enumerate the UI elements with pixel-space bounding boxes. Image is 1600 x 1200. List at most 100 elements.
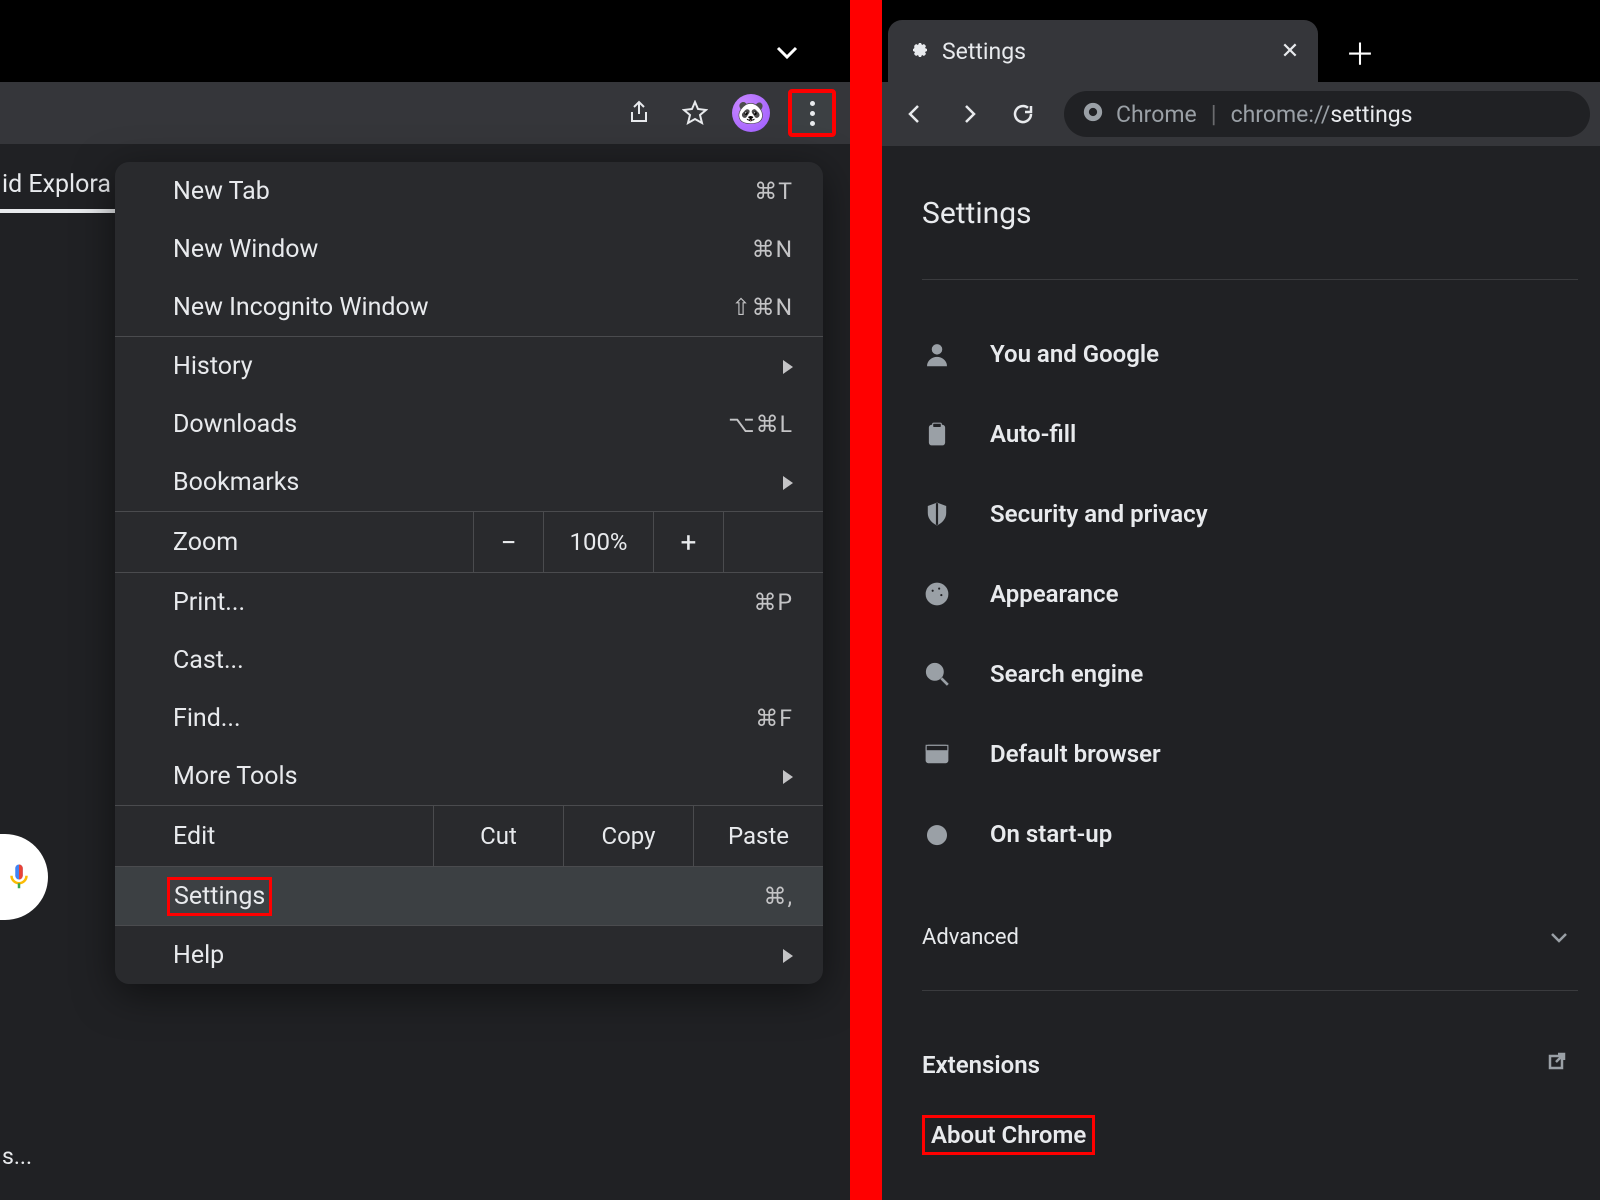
advanced-label: Advanced xyxy=(922,925,1019,950)
menu-item-help[interactable]: Help xyxy=(115,926,823,984)
settings-nav-list: You and Google Auto-fill Security and pr… xyxy=(922,314,1578,874)
person-icon xyxy=(922,339,952,369)
nav-label: Search engine xyxy=(990,660,1143,688)
browser-icon xyxy=(922,739,952,769)
chevron-down-icon xyxy=(1550,925,1568,950)
partial-bottom-text: s... xyxy=(0,1119,32,1200)
power-icon xyxy=(922,819,952,849)
divider xyxy=(922,990,1578,991)
edit-label: Edit xyxy=(115,822,433,851)
nav-label: Default browser xyxy=(990,740,1161,768)
menu-shortcut: ⌘P xyxy=(753,589,793,616)
menu-item-zoom: Zoom − 100% + xyxy=(115,512,823,572)
right-screenshot: Settings ✕ ＋ Chrome | chrome://settings … xyxy=(882,0,1600,1200)
nav-item-about-chrome[interactable]: About Chrome xyxy=(922,1105,1578,1165)
navigation-toolbar: Chrome | chrome://settings xyxy=(882,82,1600,146)
forward-button[interactable] xyxy=(946,91,992,137)
menu-item-print[interactable]: Print... ⌘P xyxy=(115,573,823,631)
settings-page-body: Settings You and Google Auto-fill Securi… xyxy=(882,146,1600,1200)
tab-label: Settings xyxy=(942,38,1266,65)
kebab-menu-icon xyxy=(810,101,815,126)
zoom-in-button[interactable]: + xyxy=(653,512,723,572)
voice-search-button[interactable] xyxy=(0,834,48,920)
menu-item-new-window[interactable]: New Window ⌘N xyxy=(115,220,823,278)
omnibox-url-page: settings xyxy=(1330,101,1412,128)
new-tab-button[interactable]: ＋ xyxy=(1330,22,1390,82)
menu-item-incognito[interactable]: New Incognito Window ⇧⌘N xyxy=(115,278,823,336)
browser-toolbar: 🐼 xyxy=(0,82,850,144)
nav-item-startup[interactable]: On start-up xyxy=(922,794,1578,874)
browser-tab-settings[interactable]: Settings ✕ xyxy=(888,20,1318,82)
extensions-label: Extensions xyxy=(922,1051,1040,1079)
menu-label: Help xyxy=(173,941,224,970)
menu-item-history[interactable]: History xyxy=(115,337,823,395)
menu-label: New Tab xyxy=(173,177,270,206)
edit-paste-button[interactable]: Paste xyxy=(693,806,823,866)
tab-close-button[interactable]: ✕ xyxy=(1278,39,1302,64)
zoom-out-button[interactable]: − xyxy=(473,512,543,572)
nav-label: Security and privacy xyxy=(990,500,1208,528)
about-chrome-label: About Chrome xyxy=(922,1115,1095,1155)
submenu-arrow-icon xyxy=(783,762,793,791)
chrome-logo-icon xyxy=(1082,101,1104,127)
more-options-button[interactable] xyxy=(788,89,836,137)
menu-label: Find... xyxy=(173,704,241,733)
menu-item-bookmarks[interactable]: Bookmarks xyxy=(115,453,823,511)
menu-item-downloads[interactable]: Downloads ⌥⌘L xyxy=(115,395,823,453)
nav-item-you-google[interactable]: You and Google xyxy=(922,314,1578,394)
omnibox-url-prefix: chrome:// xyxy=(1231,101,1331,128)
menu-shortcut: ⌘N xyxy=(752,236,793,263)
menu-item-find[interactable]: Find... ⌘F xyxy=(115,689,823,747)
nav-item-autofill[interactable]: Auto-fill xyxy=(922,394,1578,474)
microphone-icon xyxy=(4,862,34,892)
fullscreen-button[interactable] xyxy=(723,512,823,572)
submenu-arrow-icon xyxy=(783,352,793,381)
menu-shortcut: ⇧⌘N xyxy=(731,294,793,321)
gear-icon xyxy=(906,37,930,65)
settings-title: Settings xyxy=(922,196,1578,231)
menu-label: New Incognito Window xyxy=(173,293,429,322)
nav-item-extensions[interactable]: Extensions xyxy=(922,1025,1578,1105)
share-icon[interactable] xyxy=(620,94,658,132)
submenu-arrow-icon xyxy=(783,468,793,497)
star-icon[interactable] xyxy=(676,94,714,132)
omnibox-scheme: Chrome xyxy=(1116,101,1197,128)
menu-shortcut: ⌥⌘L xyxy=(728,411,793,438)
search-icon xyxy=(922,659,952,689)
edit-copy-button[interactable]: Copy xyxy=(563,806,693,866)
nav-item-default-browser[interactable]: Default browser xyxy=(922,714,1578,794)
nav-item-appearance[interactable]: Appearance xyxy=(922,554,1578,634)
nav-item-advanced[interactable]: Advanced xyxy=(922,902,1578,972)
nav-item-search-engine[interactable]: Search engine xyxy=(922,634,1578,714)
menu-item-settings[interactable]: Settings ⌘, xyxy=(115,867,823,925)
fullscreen-icon xyxy=(762,532,786,552)
left-page-body: id Explora s... New Tab ⌘T New Window ⌘N… xyxy=(0,144,850,1200)
nav-label: On start-up xyxy=(990,820,1112,848)
zoom-percent: 100% xyxy=(543,512,653,572)
menu-item-edit: Edit Cut Copy Paste xyxy=(115,806,823,866)
annotation-divider xyxy=(850,0,882,1200)
menu-label: History xyxy=(173,352,253,381)
profile-avatar[interactable]: 🐼 xyxy=(732,94,770,132)
menu-label: Print... xyxy=(173,588,245,617)
menu-label: New Window xyxy=(173,235,318,264)
back-button[interactable] xyxy=(892,91,938,137)
menu-item-cast[interactable]: Cast... xyxy=(115,631,823,689)
menu-label: More Tools xyxy=(173,762,298,791)
external-link-icon xyxy=(1544,1050,1568,1080)
omnibox-separator: | xyxy=(1209,100,1219,128)
clipboard-icon xyxy=(922,419,952,449)
menu-shortcut: ⌘, xyxy=(763,883,793,910)
menu-shortcut: ⌘F xyxy=(755,705,793,732)
shield-icon xyxy=(922,499,952,529)
edit-cut-button[interactable]: Cut xyxy=(433,806,563,866)
menu-label: Downloads xyxy=(173,410,297,439)
chevron-down-icon[interactable] xyxy=(776,42,798,64)
nav-item-security[interactable]: Security and privacy xyxy=(922,474,1578,554)
reload-button[interactable] xyxy=(1000,91,1046,137)
menu-item-more-tools[interactable]: More Tools xyxy=(115,747,823,805)
menu-shortcut: ⌘T xyxy=(754,178,793,205)
zoom-label: Zoom xyxy=(115,528,473,557)
omnibox[interactable]: Chrome | chrome://settings xyxy=(1064,91,1590,137)
menu-item-new-tab[interactable]: New Tab ⌘T xyxy=(115,162,823,220)
